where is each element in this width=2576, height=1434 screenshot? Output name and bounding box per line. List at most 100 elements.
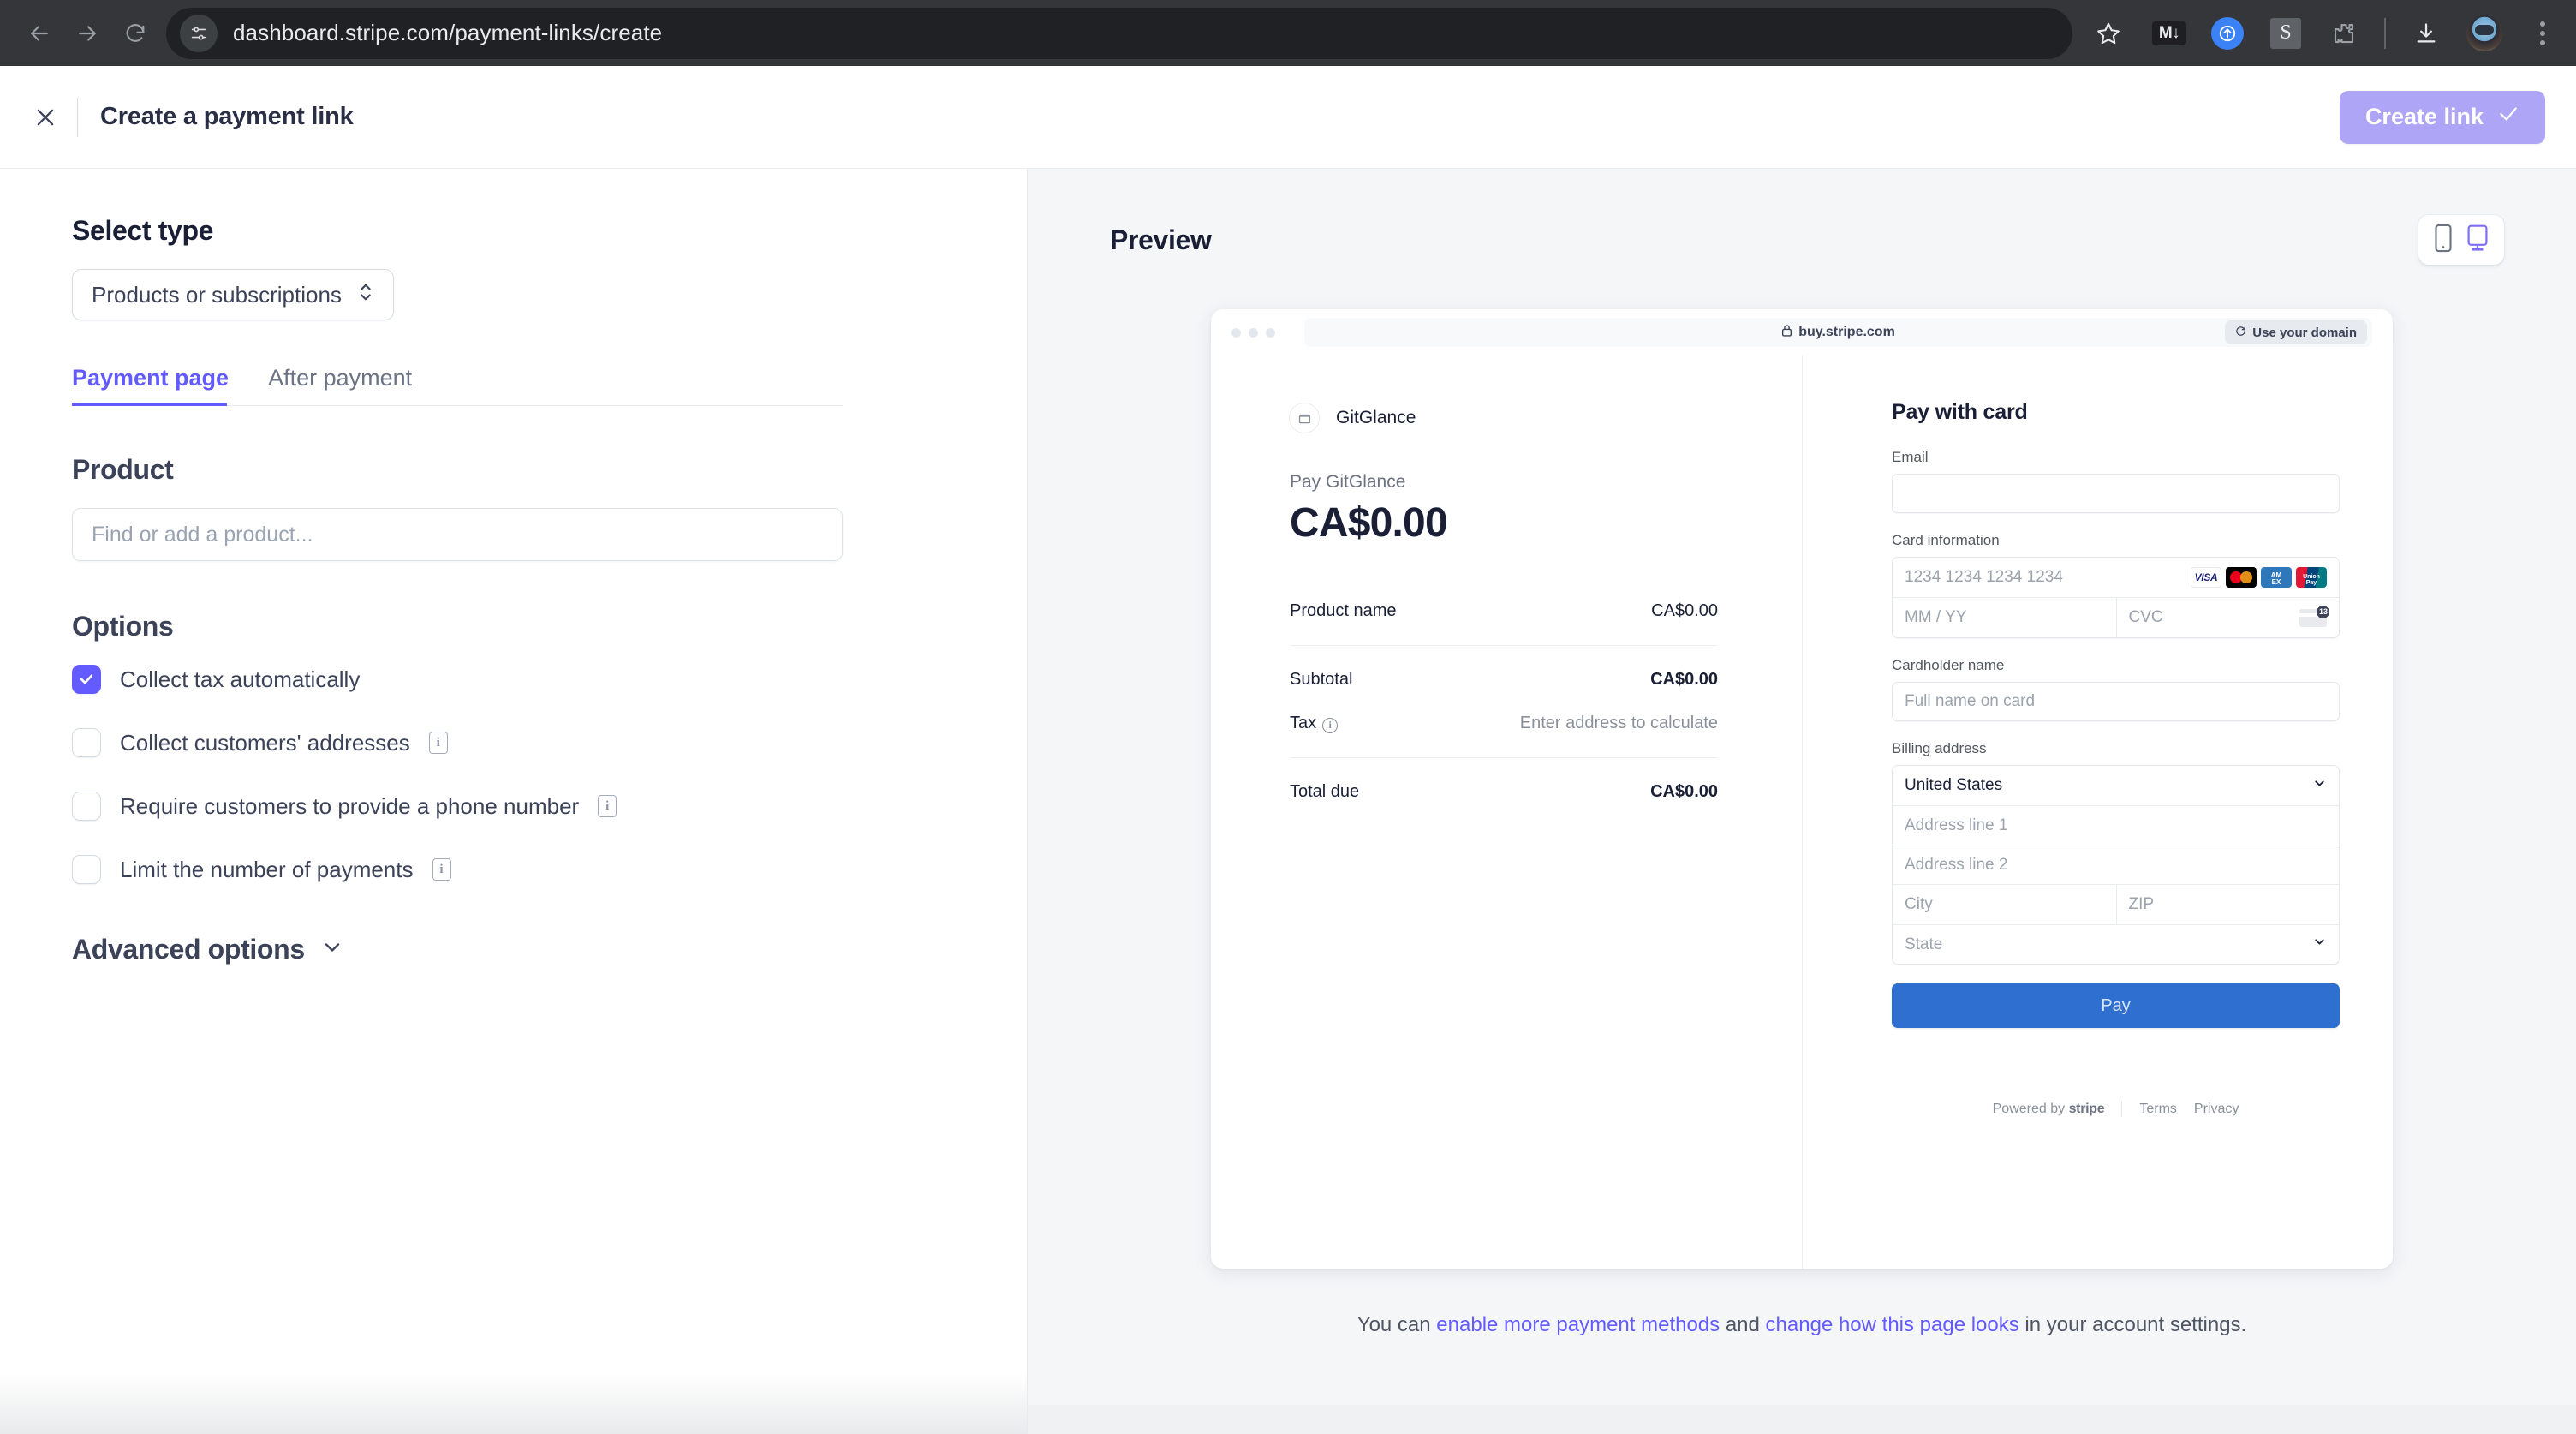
checkbox-require-phone[interactable] <box>72 792 101 821</box>
card-number-field[interactable]: 1234 1234 1234 1234 VISA AM EX Union Pay <box>1893 558 2339 597</box>
pay-amount: CA$0.00 <box>1290 500 1448 546</box>
amex-icon: AM EX <box>2261 567 2292 588</box>
email-field[interactable] <box>1892 474 2340 513</box>
zip-field[interactable]: ZIP <box>2115 885 2339 924</box>
profile-avatar[interactable] <box>2466 15 2502 51</box>
address-line-2-placeholder: Address line 2 <box>1905 855 2008 874</box>
option-collect-addresses[interactable]: Collect customers' addresses i <box>72 728 1027 757</box>
expiry-field[interactable]: MM / YY <box>1893 598 2116 637</box>
chevron-updown-icon <box>357 281 374 309</box>
header-divider <box>77 97 78 137</box>
cvc-field[interactable]: CVC 13 <box>2115 598 2339 637</box>
pay-merchant-label: Pay GitGlance <box>1290 472 1406 492</box>
info-icon[interactable]: i <box>428 732 448 754</box>
checkout-footer: Powered by stripe Terms Privacy <box>1892 1102 2340 1117</box>
city-placeholder: City <box>1905 895 1933 913</box>
zip-placeholder: ZIP <box>2128 895 2155 913</box>
terms-link[interactable]: Terms <box>2139 1102 2177 1117</box>
info-circle-icon[interactable]: i <box>1322 717 1339 733</box>
advanced-options-toggle[interactable]: Advanced options <box>72 934 1027 965</box>
puzzle-extension-icon[interactable] <box>2326 15 2362 51</box>
close-icon[interactable] <box>26 98 65 137</box>
product-search-input[interactable]: Find or add a product... <box>72 508 843 561</box>
advanced-options-label: Advanced options <box>72 934 305 965</box>
address-line-1-field[interactable]: Address line 1 <box>1893 805 2339 845</box>
state-select[interactable]: State <box>1893 924 2339 964</box>
cardholder-name-field[interactable]: Full name on card <box>1892 682 2340 721</box>
option-limit-payments[interactable]: Limit the number of payments i <box>72 855 1027 884</box>
total-amount: CA$0.00 <box>1650 782 1718 801</box>
product-search-placeholder: Find or add a product... <box>92 522 313 547</box>
tab-payment-page[interactable]: Payment page <box>72 365 247 406</box>
storefront-icon <box>1290 403 1319 433</box>
tax-label-wrap: Tax i <box>1290 714 1339 733</box>
info-icon[interactable]: i <box>432 858 451 881</box>
forward-arrow-icon[interactable] <box>63 9 111 57</box>
mobile-device-icon[interactable] <box>2434 224 2453 257</box>
tab-after-payment[interactable]: After payment <box>268 365 431 405</box>
preview-browser-bar: buy.stripe.com Use your domain <box>1211 309 2393 356</box>
stripe-extension-icon[interactable]: S <box>2268 15 2304 51</box>
option-label: Collect tax automatically <box>120 666 361 692</box>
preview-address-bar: buy.stripe.com Use your domain <box>1304 318 2372 347</box>
pay-with-card-title: Pay with card <box>1892 400 2028 424</box>
preview-url-text: buy.stripe.com <box>1798 325 1895 339</box>
reload-icon[interactable] <box>111 9 159 57</box>
expiry-placeholder: MM / YY <box>1905 608 1967 626</box>
city-zip-row: City ZIP <box>1893 884 2339 924</box>
total-row: Total due CA$0.00 <box>1290 770 1718 814</box>
enable-payment-methods-link[interactable]: enable more payment methods <box>1436 1313 1720 1336</box>
divider <box>1290 757 1718 758</box>
merchant-name: GitGlance <box>1336 408 1416 427</box>
download-icon[interactable] <box>2408 15 2444 51</box>
country-select[interactable]: United States <box>1893 766 2339 805</box>
cvc-placeholder: CVC <box>2128 608 2163 626</box>
change-page-looks-link[interactable]: change how this page looks <box>1766 1313 2019 1336</box>
billing-address-label: Billing address <box>1892 740 1987 756</box>
info-icon[interactable]: i <box>598 795 617 817</box>
address-line-2-field[interactable]: Address line 2 <box>1893 845 2339 884</box>
card-information-group: 1234 1234 1234 1234 VISA AM EX Union Pay M… <box>1892 557 2340 638</box>
address-bar-url: dashboard.stripe.com/payment-links/creat… <box>233 20 663 45</box>
site-settings-icon[interactable] <box>180 14 218 52</box>
card-brand-icons: VISA AM EX Union Pay <box>2191 567 2327 588</box>
create-link-button[interactable]: Create link <box>2339 90 2545 144</box>
email-label: Email <box>1892 449 1929 465</box>
product-heading: Product <box>72 454 174 485</box>
checkbox-collect-tax[interactable] <box>72 665 101 694</box>
preview-header: Preview <box>1028 215 2576 265</box>
use-your-domain-button[interactable]: Use your domain <box>2225 320 2367 344</box>
markdown-download-extension-icon[interactable]: M↓ <box>2151 15 2187 51</box>
address-bar[interactable]: dashboard.stripe.com/payment-links/creat… <box>166 7 2072 59</box>
checkbox-limit-payments[interactable] <box>72 855 101 884</box>
pay-button[interactable]: Pay <box>1892 983 2340 1028</box>
help-middle: and <box>1720 1313 1766 1336</box>
city-field[interactable]: City <box>1893 885 2116 924</box>
option-collect-tax[interactable]: Collect tax automatically <box>72 665 1027 694</box>
help-text: You can enable more payment methods and … <box>1028 1313 2576 1337</box>
preview-pane: Preview buy.stripe.com Use your domain G… <box>1027 169 2576 1434</box>
select-type-dropdown[interactable]: Products or subscriptions <box>72 269 394 320</box>
select-type-heading: Select type <box>72 215 214 246</box>
subtotal-label: Subtotal <box>1290 670 1353 689</box>
option-label: Limit the number of payments <box>120 856 414 882</box>
back-arrow-icon[interactable] <box>15 9 63 57</box>
checkbox-collect-addresses[interactable] <box>72 728 101 757</box>
upload-extension-icon[interactable] <box>2209 15 2245 51</box>
address-line-1-placeholder: Address line 1 <box>1905 816 2008 834</box>
checkout-body: GitGlance Pay GitGlance CA$0.00 Product … <box>1211 356 2393 1269</box>
divider <box>1290 645 1718 646</box>
payment-form: Pay with card Email Card information 123… <box>1802 356 2393 1269</box>
line-items-table: Product name CA$0.00 Subtotal CA$0.00 Ta… <box>1290 589 1718 814</box>
state-placeholder: State <box>1905 935 1943 953</box>
option-require-phone[interactable]: Require customers to provide a phone num… <box>72 792 1027 821</box>
mastercard-icon <box>2226 567 2257 588</box>
page-title: Create a payment link <box>100 103 354 130</box>
privacy-link[interactable]: Privacy <box>2194 1102 2239 1117</box>
help-prefix: You can <box>1357 1313 1437 1336</box>
star-icon[interactable] <box>2084 9 2132 57</box>
device-toggle <box>2418 215 2504 265</box>
desktop-device-icon[interactable] <box>2466 224 2489 257</box>
kebab-menu-icon[interactable] <box>2525 15 2561 51</box>
check-icon <box>2497 103 2519 131</box>
